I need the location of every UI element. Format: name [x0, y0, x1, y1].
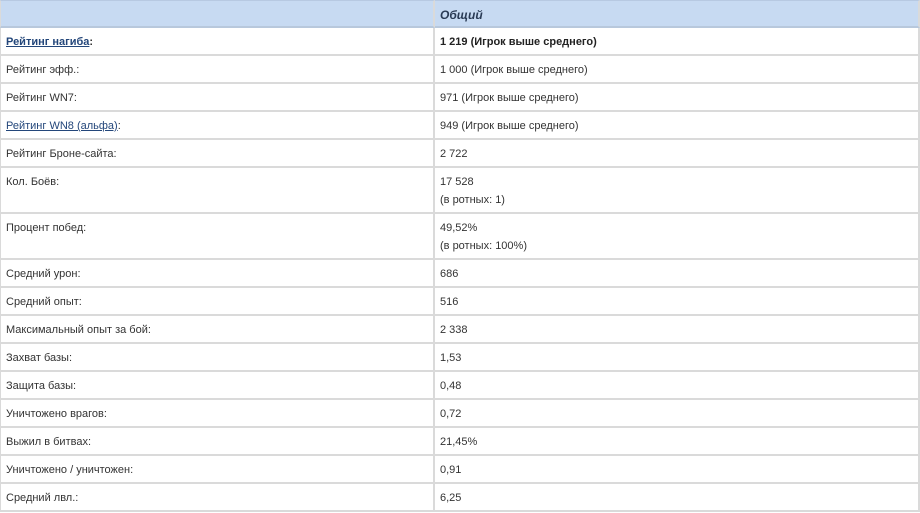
row-value: 49,52% (в ротных: 100%)	[435, 214, 920, 260]
row-value: 21,45%	[435, 428, 920, 456]
row-label: Максимальный опыт за бой:	[0, 316, 435, 344]
row-label: Кол. Боёв:	[0, 168, 435, 214]
row-label: Выжил в битвах:	[0, 428, 435, 456]
table-row: Рейтинг нагиба: 1 219 (Игрок выше средне…	[0, 28, 920, 56]
table-row: Максимальный опыт за бой: 2 338	[0, 316, 920, 344]
table-row: Уничтожено врагов: 0,72	[0, 400, 920, 428]
table-row: Уничтожено / уничтожен: 0,91	[0, 456, 920, 484]
table-row: Средний урон: 686	[0, 260, 920, 288]
table-row: Процент побед: 49,52% (в ротных: 100%)	[0, 214, 920, 260]
row-value: 0,91	[435, 456, 920, 484]
table-row: Защита базы: 0,48	[0, 372, 920, 400]
row-value: 516	[435, 288, 920, 316]
table-header-row: Общий	[0, 0, 920, 28]
row-label: Защита базы:	[0, 372, 435, 400]
row-value: 971 (Игрок выше среднего)	[435, 84, 920, 112]
row-label: Уничтожено врагов:	[0, 400, 435, 428]
battles-company: (в ротных: 1)	[440, 194, 505, 206]
row-label: Рейтинг нагиба:	[0, 28, 435, 56]
row-value: 6,25	[435, 484, 920, 512]
rating-nagib-link[interactable]: Рейтинг нагиба	[6, 36, 89, 48]
table-row: Выжил в битвах: 21,45%	[0, 428, 920, 456]
row-value: 1 219 (Игрок выше среднего)	[435, 28, 920, 56]
row-label: Средний лвл.:	[0, 484, 435, 512]
player-stats-table: Общий Рейтинг нагиба: 1 219 (Игрок выше …	[0, 0, 920, 512]
table-row: Рейтинг WN8 (альфа): 949 (Игрок выше сре…	[0, 112, 920, 140]
row-value: 2 722	[435, 140, 920, 168]
header-general-column: Общий	[435, 0, 920, 28]
table-row: Рейтинг WN7: 971 (Игрок выше среднего)	[0, 84, 920, 112]
table-row: Средний опыт: 516	[0, 288, 920, 316]
win-rate-company: (в ротных: 100%)	[440, 240, 527, 252]
table-row: Рейтинг эфф.: 1 000 (Игрок выше среднего…	[0, 56, 920, 84]
row-value: 17 528 (в ротных: 1)	[435, 168, 920, 214]
row-value: 0,48	[435, 372, 920, 400]
label-suffix: :	[89, 36, 94, 48]
row-label: Рейтинг эфф.:	[0, 56, 435, 84]
row-label: Средний урон:	[0, 260, 435, 288]
table-row: Захват базы: 1,53	[0, 344, 920, 372]
row-label: Рейтинг Броне-сайта:	[0, 140, 435, 168]
row-label: Средний опыт:	[0, 288, 435, 316]
row-label: Рейтинг WN8 (альфа):	[0, 112, 435, 140]
battles-total: 17 528	[440, 176, 474, 188]
row-value: 1 000 (Игрок выше среднего)	[435, 56, 920, 84]
table-row: Средний лвл.: 6,25	[0, 484, 920, 512]
row-value: 2 338	[435, 316, 920, 344]
row-value: 949 (Игрок выше среднего)	[435, 112, 920, 140]
rating-wn8-link[interactable]: Рейтинг WN8 (альфа)	[6, 120, 118, 132]
row-label: Уничтожено / уничтожен:	[0, 456, 435, 484]
row-label: Захват базы:	[0, 344, 435, 372]
row-value: 0,72	[435, 400, 920, 428]
label-suffix: :	[117, 120, 121, 132]
row-value: 1,53	[435, 344, 920, 372]
table-row: Кол. Боёв: 17 528 (в ротных: 1)	[0, 168, 920, 214]
table-row: Рейтинг Броне-сайта: 2 722	[0, 140, 920, 168]
row-label: Процент побед:	[0, 214, 435, 260]
win-rate-total: 49,52%	[440, 222, 478, 234]
row-label: Рейтинг WN7:	[0, 84, 435, 112]
header-label-cell	[0, 0, 435, 28]
row-value: 686	[435, 260, 920, 288]
